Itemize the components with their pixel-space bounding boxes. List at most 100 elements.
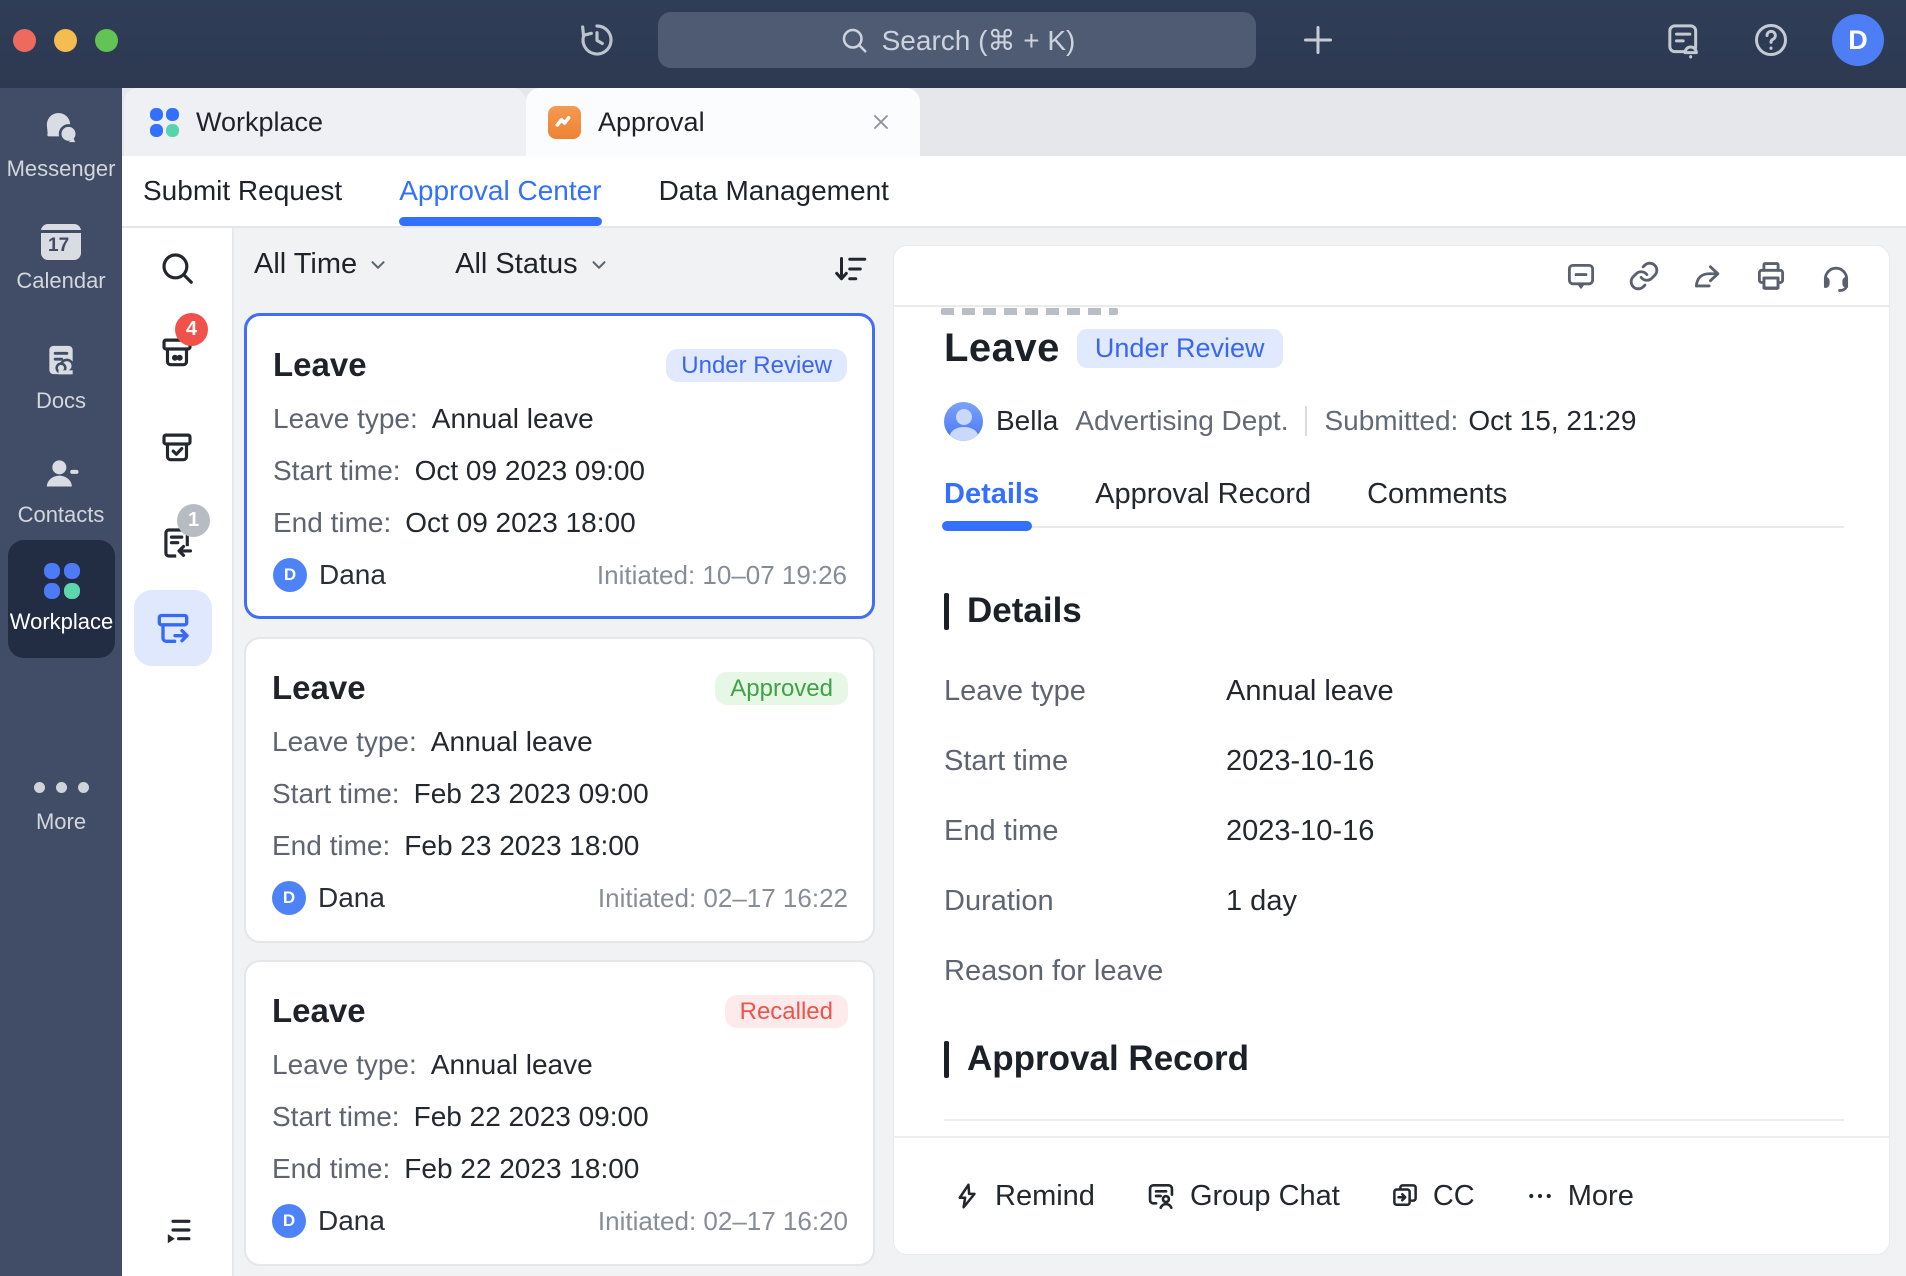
- rail-collapse-icon[interactable]: [158, 1211, 196, 1249]
- workplace-logo-icon: [150, 108, 179, 137]
- contacts-icon: [40, 454, 82, 494]
- sidebar-item-calendar[interactable]: 17 Calendar: [0, 224, 122, 294]
- tab-approval[interactable]: Approval: [526, 88, 920, 156]
- field-row: Leave typeAnnual leave: [944, 671, 1889, 711]
- group-chat-button[interactable]: Group Chat: [1145, 1180, 1340, 1213]
- sort-icon[interactable]: [834, 251, 870, 287]
- field-row: Duration1 day: [944, 881, 1889, 921]
- traffic-minimize-button[interactable]: [54, 29, 77, 52]
- record-divider: [944, 1119, 1844, 1121]
- tab-workplace-label: Workplace: [196, 107, 323, 138]
- filter-all-time[interactable]: All Time: [254, 248, 389, 281]
- approval-card[interactable]: Leave Recalled Leave type:Annual leave S…: [244, 960, 875, 1266]
- section-details-heading: Details: [944, 587, 1889, 635]
- traffic-zoom-button[interactable]: [95, 29, 118, 52]
- new-tab-plus-icon[interactable]: [1298, 20, 1338, 60]
- chevron-down-icon: [588, 254, 610, 276]
- tab-approval-record[interactable]: Approval Record: [1095, 478, 1311, 511]
- detail-panel: Leave Under Review Bella Advertising Dep…: [893, 245, 1890, 1255]
- messenger-icon: [40, 108, 82, 148]
- remind-button[interactable]: Remind: [952, 1180, 1095, 1213]
- more-button[interactable]: More: [1525, 1180, 1634, 1213]
- detail-tabs: Details Approval Record Comments: [944, 476, 1889, 512]
- card-footer: D Dana Initiated: 10–07 19:26: [273, 557, 847, 593]
- search-input[interactable]: Search (⌘ + K): [658, 12, 1256, 68]
- card-footer: D Dana Initiated: 02–17 16:20: [272, 1203, 848, 1239]
- tab-close-icon[interactable]: [869, 110, 893, 134]
- cc-icon: [1390, 1181, 1420, 1211]
- approval-card[interactable]: Leave Approved Leave type:Annual leave S…: [244, 637, 875, 943]
- rail-sent-active[interactable]: [134, 590, 212, 666]
- sidebar-item-docs[interactable]: Docs: [0, 340, 122, 414]
- nav-data-management[interactable]: Data Management: [659, 156, 889, 226]
- owner-avatar: D: [273, 558, 307, 592]
- status-badge: Under Review: [666, 349, 847, 382]
- owner-avatar: D: [272, 881, 306, 915]
- sidebar-item-messenger[interactable]: Messenger: [0, 108, 122, 182]
- tab-workplace[interactable]: Workplace: [124, 88, 526, 156]
- chevron-down-icon: [367, 254, 389, 276]
- requester-avatar[interactable]: [944, 402, 983, 441]
- tab-details[interactable]: Details: [944, 478, 1039, 511]
- window-titlebar: Search (⌘ + K) D: [0, 0, 1906, 88]
- cc-button[interactable]: CC: [1390, 1180, 1475, 1213]
- detail-fields: Leave typeAnnual leave Start time2023-10…: [944, 671, 1889, 991]
- comment-icon[interactable]: [1564, 259, 1598, 293]
- tab-approval-label: Approval: [598, 107, 705, 138]
- active-tab-underline: [942, 521, 1032, 531]
- help-icon[interactable]: [1751, 20, 1791, 60]
- print-icon[interactable]: [1754, 259, 1788, 293]
- tab-comments[interactable]: Comments: [1367, 478, 1507, 511]
- detail-body: Leave Under Review Bella Advertising Dep…: [944, 307, 1889, 1121]
- card-row: End time:Feb 23 2023 18:00: [272, 827, 848, 865]
- clipped-scroll-text: [941, 308, 1118, 315]
- status-badge: Recalled: [725, 995, 848, 1028]
- detail-title: Leave: [944, 326, 1060, 371]
- sidebar-item-contacts[interactable]: Contacts: [0, 454, 122, 528]
- app-subnav: Submit Request Approval Center Data Mana…: [122, 156, 1906, 228]
- tabs-divider: [944, 526, 1844, 528]
- rail-submitted-icon[interactable]: [158, 428, 196, 466]
- docs-icon: [40, 340, 82, 380]
- card-row: Start time:Oct 09 2023 09:00: [273, 452, 847, 490]
- traffic-close-button[interactable]: [13, 29, 36, 52]
- card-row: End time:Feb 22 2023 18:00: [272, 1150, 848, 1188]
- inbox-badge: 4: [175, 313, 208, 346]
- card-row: Start time:Feb 23 2023 09:00: [272, 775, 848, 813]
- requester-row: Bella Advertising Dept. Submitted: Oct 1…: [944, 401, 1889, 441]
- group-chat-icon: [1145, 1180, 1177, 1212]
- more-dots-icon: [1525, 1181, 1555, 1211]
- card-row: Leave type:Annual leave: [272, 723, 848, 761]
- share-icon[interactable]: [1691, 259, 1725, 293]
- rail-sent-icon: [153, 608, 193, 648]
- rail-search-icon[interactable]: [158, 249, 196, 287]
- notification-icon[interactable]: [1664, 20, 1704, 60]
- filter-all-status[interactable]: All Status: [455, 248, 610, 281]
- active-nav-underline: [399, 217, 601, 226]
- remind-bolt-icon: [952, 1181, 982, 1211]
- card-row: Leave type:Annual leave: [273, 400, 847, 438]
- approval-card[interactable]: Leave Under Review Leave type:Annual lea…: [244, 313, 875, 619]
- section-record-heading: Approval Record: [944, 1035, 1889, 1083]
- vertical-separator: [1305, 406, 1307, 436]
- sidebar-item-workplace[interactable]: Workplace: [8, 540, 115, 658]
- workplace-logo-icon: [44, 563, 80, 599]
- sidebar-item-more[interactable]: More: [0, 782, 122, 835]
- card-row: Start time:Feb 22 2023 09:00: [272, 1098, 848, 1136]
- user-avatar[interactable]: D: [1832, 14, 1884, 66]
- detail-status-badge: Under Review: [1077, 329, 1283, 368]
- copy-link-icon[interactable]: [1627, 259, 1661, 293]
- approval-logo-icon: [548, 106, 581, 139]
- nav-submit-request[interactable]: Submit Request: [143, 156, 342, 226]
- search-icon: [839, 25, 869, 55]
- detail-actions: Remind Group Chat CC More: [894, 1136, 1889, 1254]
- history-icon[interactable]: [577, 20, 617, 60]
- helpdesk-icon[interactable]: [1819, 259, 1853, 293]
- sidebar: Messenger 17 Calendar Docs Contacts Work…: [0, 88, 122, 1276]
- more-dots-icon: [34, 782, 89, 793]
- status-badge: Approved: [715, 672, 848, 705]
- card-row: End time:Oct 09 2023 18:00: [273, 504, 847, 542]
- nav-approval-center[interactable]: Approval Center: [399, 156, 601, 226]
- calendar-icon: 17: [41, 224, 81, 260]
- field-row: Reason for leave: [944, 951, 1889, 991]
